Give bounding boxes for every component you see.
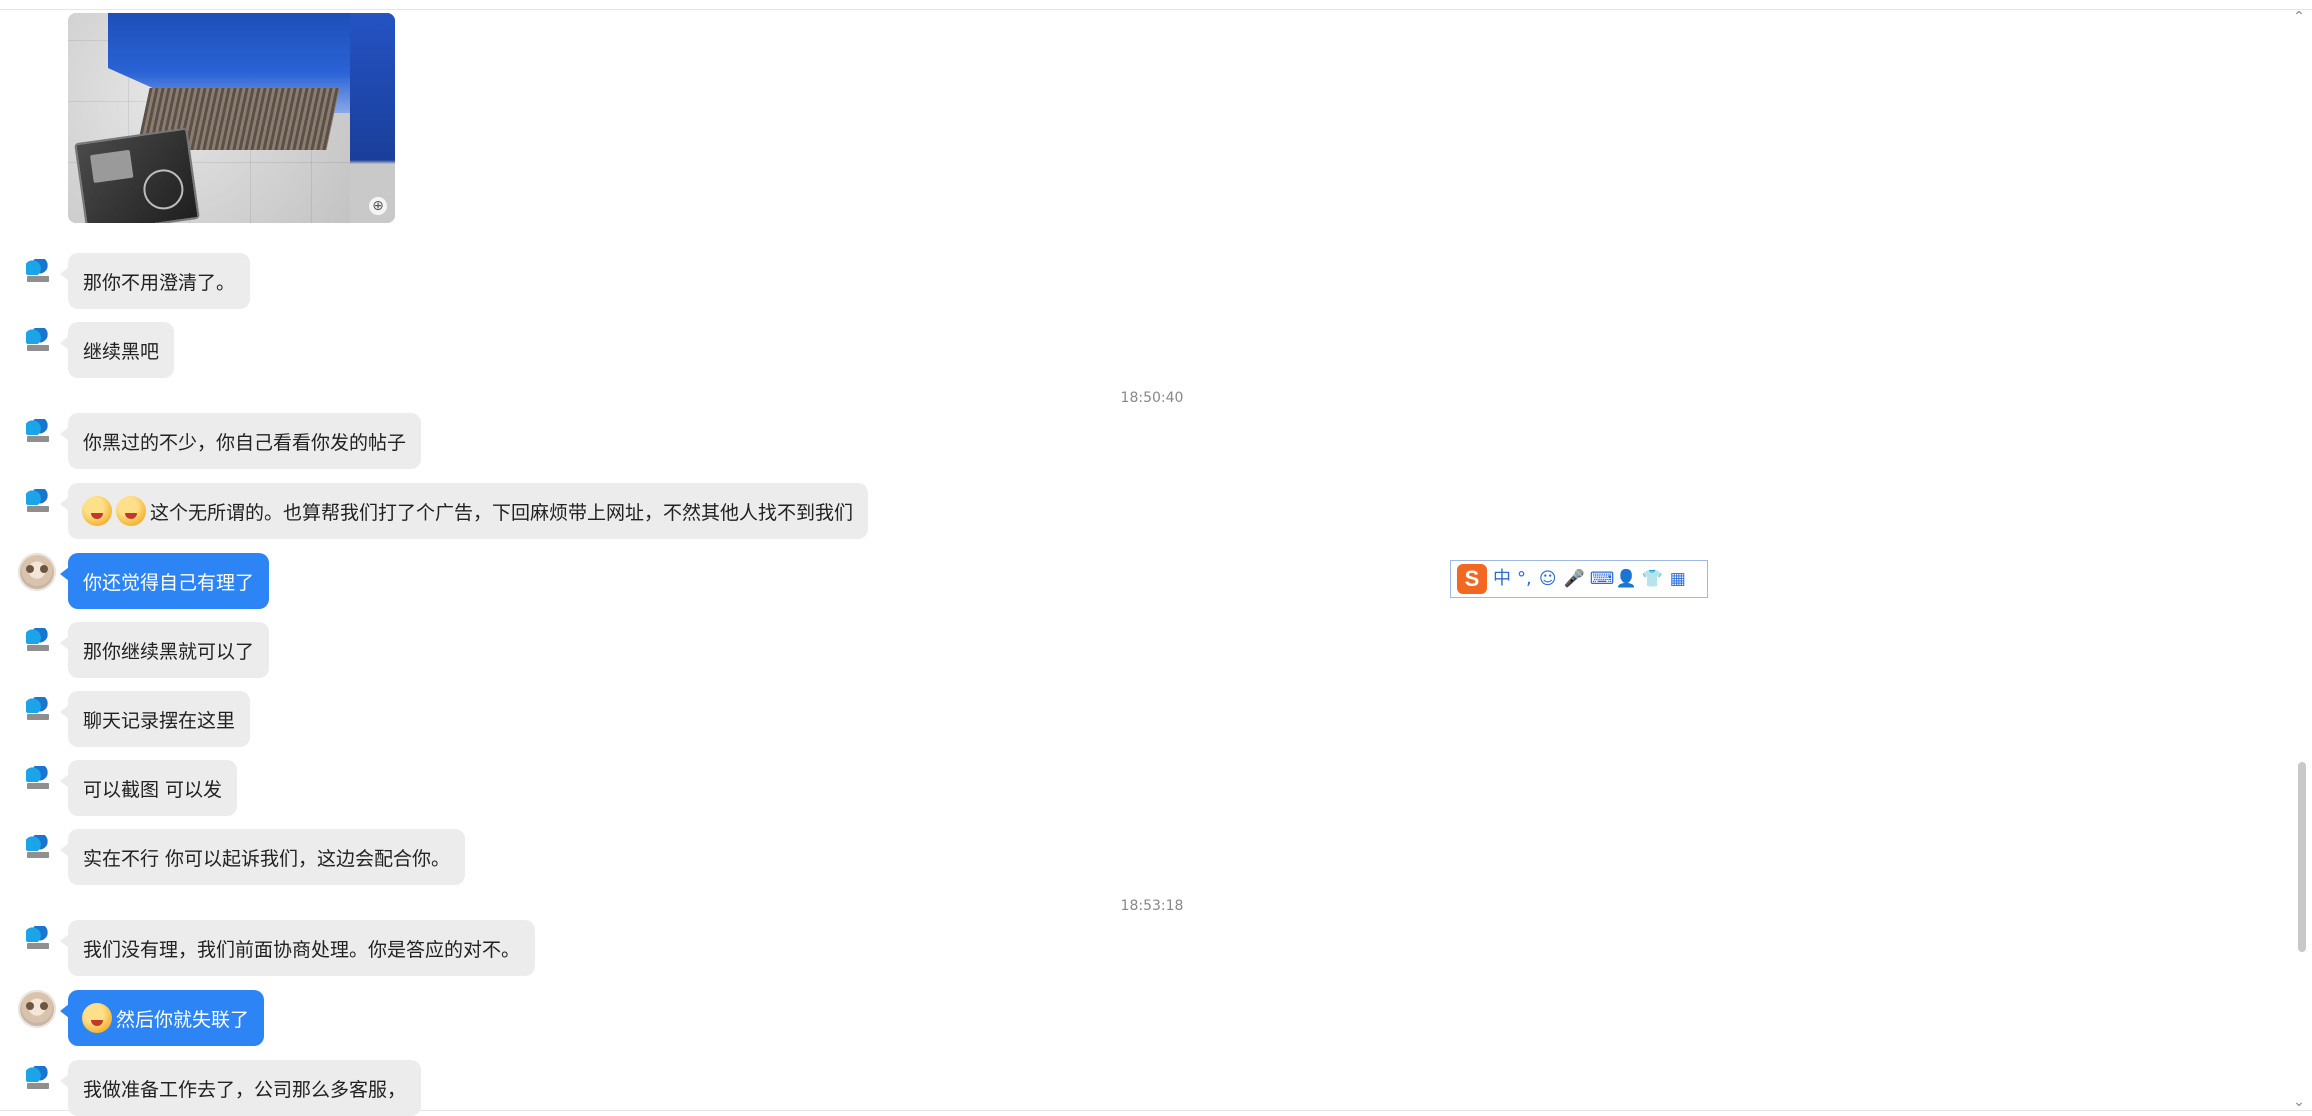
message-bubble[interactable]: 我们没有理，我们前面协商处理。你是答应的对不。 <box>59 920 536 976</box>
grid-icon[interactable]: ▦ <box>1668 569 1688 589</box>
service-avatar[interactable] <box>18 693 56 731</box>
service-avatar[interactable] <box>18 922 56 960</box>
service-avatar[interactable] <box>18 762 56 800</box>
logo-text <box>27 345 49 351</box>
message-text: 那你不用澄清了。 <box>83 271 236 294</box>
message-text: 你还觉得自己有理了 <box>83 571 255 594</box>
scroll-up-icon[interactable]: ⌃ <box>2292 10 2306 24</box>
message-bubble[interactable]: 聊天记录摆在这里 <box>59 691 251 747</box>
cloud-logo-icon <box>26 697 48 713</box>
logo-text <box>27 436 49 442</box>
message-text: 那你继续黑就可以了 <box>83 640 255 663</box>
message-text: 聊天记录摆在这里 <box>83 709 236 732</box>
message-bubble[interactable]: 继续黑吧 <box>59 322 175 378</box>
ime-punctuation-toggle[interactable]: °, <box>1517 565 1532 593</box>
logo-text <box>27 506 49 512</box>
logo-text <box>27 852 49 858</box>
image-blue-rack-right <box>350 13 395 223</box>
scroll-down-icon[interactable]: ⌄ <box>2292 1095 2306 1109</box>
service-avatar[interactable] <box>18 624 56 662</box>
image-circuit-board <box>74 127 200 223</box>
message-text: 然后你就失联了 <box>116 1008 250 1031</box>
service-avatar[interactable] <box>18 485 56 523</box>
service-avatar[interactable] <box>18 324 56 362</box>
message-text: 你黑过的不少，你自己看看你发的帖子 <box>83 431 407 454</box>
message-bubble[interactable]: 然后你就失联了 <box>59 990 265 1046</box>
sad-emoji-icon <box>82 1003 112 1033</box>
message-bubble[interactable]: 实在不行 你可以起诉我们，这边会配合你。 <box>59 829 466 885</box>
top-divider <box>0 9 2312 10</box>
message-bubble[interactable]: 你黑过的不少，你自己看看你发的帖子 <box>59 413 422 469</box>
message-bubble[interactable]: 可以截图 可以发 <box>59 760 238 816</box>
scrollbar-thumb[interactable] <box>2298 762 2306 952</box>
image-attachment[interactable]: ⊕ <box>68 13 395 223</box>
logo-text <box>27 645 49 651</box>
crying-emoji-icon <box>82 496 112 526</box>
message-text: 我做准备工作去了，公司那么多客服， <box>83 1078 407 1101</box>
cloud-logo-icon <box>26 419 48 435</box>
logo-text <box>27 943 49 949</box>
user-avatar[interactable] <box>18 990 56 1028</box>
timestamp: 18:50:40 <box>1120 390 1184 406</box>
sogou-logo-icon[interactable]: S <box>1457 564 1487 594</box>
shirt-icon[interactable]: 👕 <box>1642 569 1663 589</box>
mic-icon[interactable]: 🎤 <box>1564 569 1585 589</box>
crying-emoji-icon <box>116 496 146 526</box>
logo-text <box>27 714 49 720</box>
user-avatar[interactable] <box>18 553 56 591</box>
timestamp: 18:53:18 <box>1120 898 1184 914</box>
message-text: 我们没有理，我们前面协商处理。你是答应的对不。 <box>83 938 521 961</box>
logo-text <box>27 783 49 789</box>
message-bubble[interactable]: 那你不用澄清了。 <box>59 253 251 309</box>
smile-icon[interactable]: ☺ <box>1538 569 1558 589</box>
message-bubble[interactable]: 我做准备工作去了，公司那么多客服， <box>59 1060 422 1116</box>
message-text: 继续黑吧 <box>83 340 160 363</box>
service-avatar[interactable] <box>18 415 56 453</box>
cloud-logo-icon <box>26 489 48 505</box>
user-setting-icon[interactable]: 👤 <box>1616 569 1637 589</box>
cloud-logo-icon <box>26 1066 48 1082</box>
keyboard-icon[interactable]: ⌨ <box>1590 569 1615 589</box>
logo-text <box>27 276 49 282</box>
ime-toolbar[interactable]: S 中 °, ☺ 🎤 ⌨ 👤 👕 ▦ <box>1450 560 1708 598</box>
cloud-logo-icon <box>26 926 48 942</box>
service-avatar[interactable] <box>18 831 56 869</box>
ime-mode-toggle[interactable]: 中 <box>1493 565 1511 593</box>
service-avatar[interactable] <box>18 255 56 293</box>
cloud-logo-icon <box>26 766 48 782</box>
message-bubble[interactable]: 你还觉得自己有理了 <box>59 553 270 609</box>
cloud-logo-icon <box>26 628 48 644</box>
cloud-logo-icon <box>26 328 48 344</box>
message-text: 这个无所谓的。也算帮我们打了个广告，下回麻烦带上网址，不然其他人找不到我们 <box>150 501 854 524</box>
message-bubble[interactable]: 那你继续黑就可以了 <box>59 622 270 678</box>
cloud-logo-icon <box>26 259 48 275</box>
message-bubble[interactable]: 这个无所谓的。也算帮我们打了个广告，下回麻烦带上网址，不然其他人找不到我们 <box>59 483 869 539</box>
zoom-in-icon[interactable]: ⊕ <box>369 197 387 215</box>
message-text: 可以截图 可以发 <box>83 778 223 801</box>
cloud-logo-icon <box>26 835 48 851</box>
message-text: 实在不行 你可以起诉我们，这边会配合你。 <box>83 847 451 870</box>
service-avatar[interactable] <box>18 1062 56 1100</box>
logo-text <box>27 1083 49 1089</box>
